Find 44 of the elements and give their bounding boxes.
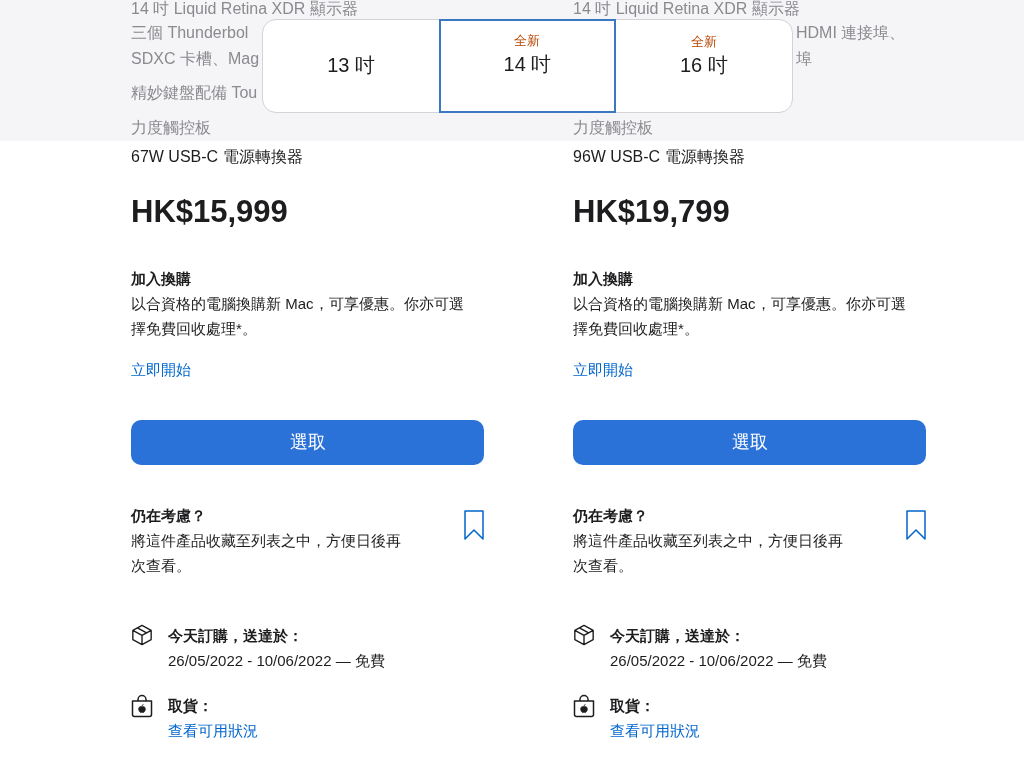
- size-option[interactable]: 全新 16 吋: [615, 20, 792, 112]
- select-button[interactable]: 選取: [573, 420, 926, 465]
- start-link[interactable]: 立即開始: [573, 357, 633, 382]
- box-icon: [131, 624, 153, 646]
- new-label: 全新: [514, 32, 541, 50]
- delivery-dates: 26/05/2022 - 10/06/2022 — 免費: [610, 651, 827, 671]
- consider-text: 將這件產品收藏至列表之中，方便日後再次查看。: [573, 531, 844, 576]
- trade-in-title: 加入換購: [573, 269, 633, 289]
- delivery-title: 今天訂購，送達於：: [610, 626, 745, 646]
- trade-in-text: 以合資格的電腦換購新 Mac，可享優惠。你亦可選擇免費回收處理*。: [131, 294, 465, 339]
- bookmark-icon[interactable]: [906, 510, 926, 540]
- box-icon: [573, 624, 595, 646]
- consider-title: 仍在考慮？: [131, 506, 206, 526]
- pickup-title: 取貨：: [168, 696, 213, 716]
- spec-text: 力度觸控板: [573, 119, 653, 137]
- start-link[interactable]: 立即開始: [131, 357, 191, 382]
- spec-text: 力度觸控板: [131, 119, 211, 137]
- availability-link[interactable]: 查看可用狀況: [168, 718, 258, 743]
- bag-icon: [131, 694, 153, 718]
- price-text: HK$19,799: [573, 194, 730, 230]
- spec-text: SDXC 卡槽、Mag: [131, 50, 260, 68]
- consider-text: 將這件產品收藏至列表之中，方便日後再次查看。: [131, 531, 402, 576]
- adapter-text: 67W USB-C 電源轉換器: [131, 147, 303, 167]
- trade-in-title: 加入換購: [131, 269, 191, 289]
- spec-text: 埠: [796, 50, 812, 68]
- size-option[interactable]: 全新 14 吋: [439, 19, 616, 113]
- adapter-text: 96W USB-C 電源轉換器: [573, 147, 745, 167]
- delivery-title: 今天訂購，送達於：: [168, 626, 303, 646]
- spec-text: HDMI 連接埠、: [796, 24, 906, 42]
- new-label: 全新: [690, 33, 717, 51]
- price-text: HK$15,999: [131, 194, 288, 230]
- spec-text: 14 吋 Liquid Retina XDR 顯示器: [131, 0, 358, 18]
- pickup-title: 取貨：: [610, 696, 655, 716]
- bag-icon: [573, 694, 595, 718]
- availability-link[interactable]: 查看可用狀況: [610, 718, 700, 743]
- spec-text: 精妙鍵盤配備 Tou: [131, 84, 258, 102]
- trade-in-text: 以合資格的電腦換購新 Mac，可享優惠。你亦可選擇免費回收處理*。: [573, 294, 907, 339]
- bookmark-icon[interactable]: [464, 510, 484, 540]
- spec-text: 14 吋 Liquid Retina XDR 顯示器: [573, 0, 800, 18]
- consider-title: 仍在考慮？: [573, 506, 648, 526]
- delivery-dates: 26/05/2022 - 10/06/2022 — 免費: [168, 651, 385, 671]
- size-option[interactable]: 13 吋: [263, 20, 440, 112]
- spec-text: 三個 Thunderbol: [131, 24, 249, 42]
- select-button[interactable]: 選取: [131, 420, 484, 465]
